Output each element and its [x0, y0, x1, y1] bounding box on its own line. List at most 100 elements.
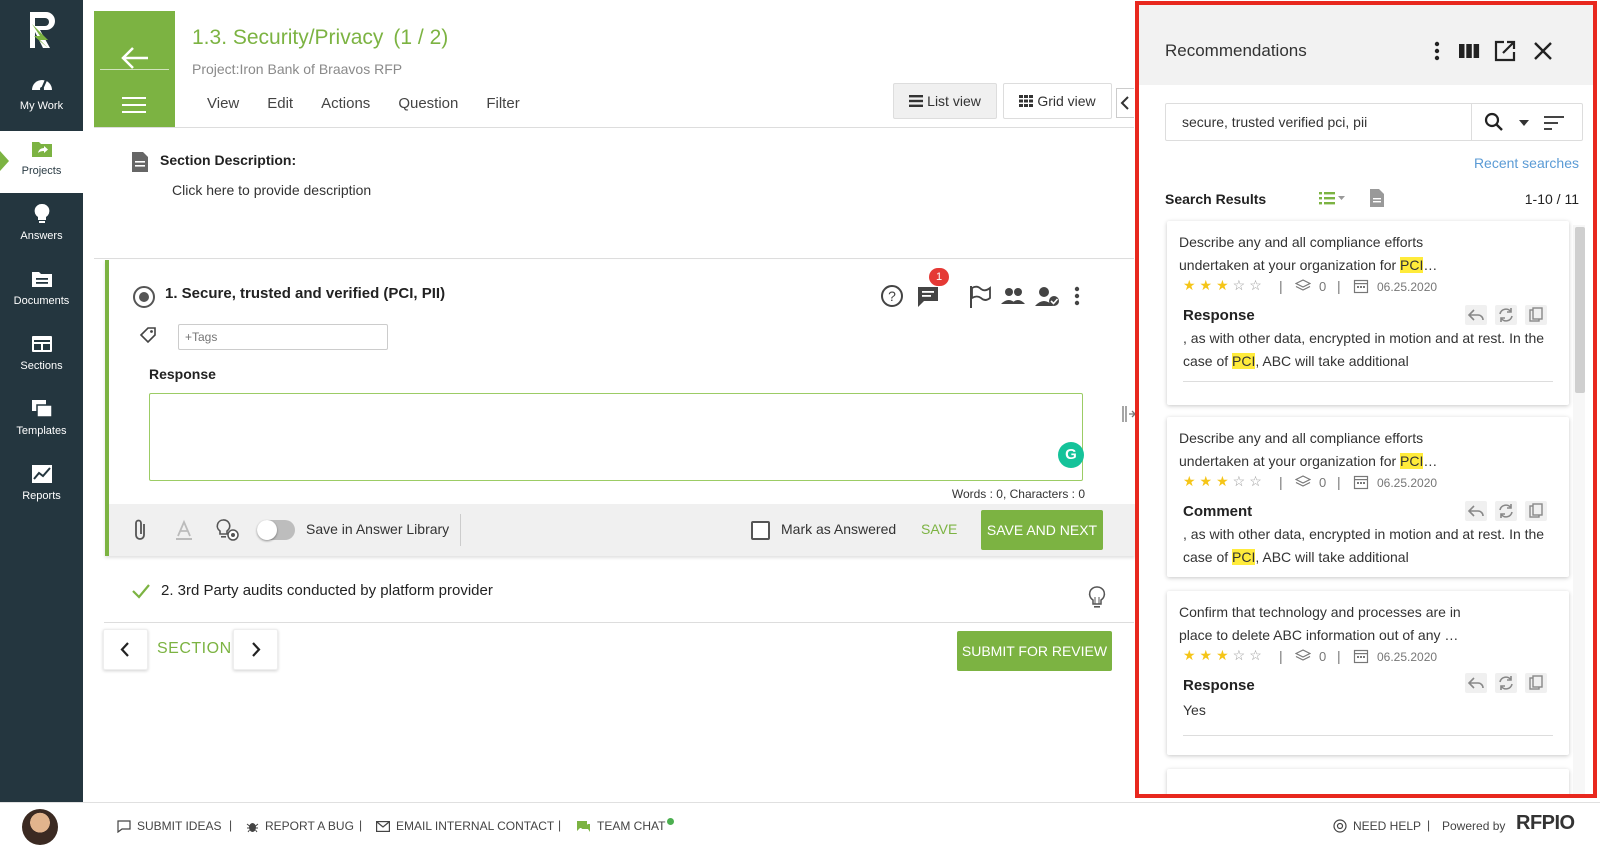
report-bug-link[interactable]: REPORT A BUG	[246, 819, 354, 833]
card-question: Describe any and all compliance efforts …	[1179, 427, 1469, 473]
copy-icon[interactable]	[1525, 673, 1547, 693]
nav-answers[interactable]: Answers	[0, 196, 83, 258]
versions-icon	[1295, 475, 1311, 487]
comment-count-badge: 1	[929, 268, 949, 286]
recommendation-card[interactable]: Confirm that technology and processes ar…	[1167, 591, 1569, 755]
documents-icon	[31, 272, 52, 287]
copy-icon[interactable]	[1525, 501, 1547, 521]
grid-view-label: Grid view	[1037, 93, 1096, 109]
recommendation-card[interactable]	[1167, 769, 1569, 794]
menu-filter[interactable]: Filter	[486, 95, 519, 112]
help-circle-icon	[1333, 819, 1347, 833]
reply-icon[interactable]	[1465, 305, 1487, 325]
card-question-text: Describe any and all compliance efforts …	[1179, 430, 1424, 469]
versions-icon	[1295, 279, 1311, 291]
hamburger-menu-icon[interactable]	[122, 95, 146, 115]
chevron-left-icon	[120, 642, 129, 657]
nav-templates[interactable]: Templates	[0, 391, 83, 453]
text-format-icon[interactable]	[173, 518, 195, 542]
scrollbar-thumb[interactable]	[1575, 227, 1585, 393]
flag-icon[interactable]	[967, 282, 993, 310]
nav-my-work[interactable]: My Work	[0, 66, 83, 128]
refresh-icon[interactable]	[1495, 501, 1517, 521]
submit-ideas-link[interactable]: SUBMIT IDEAS	[117, 819, 221, 833]
grammarly-icon[interactable]: G	[1058, 442, 1084, 468]
recommendation-card[interactable]: Describe any and all compliance efforts …	[1167, 221, 1569, 405]
recommendations-panel: Recommendations secure, trusted verified…	[1135, 1, 1597, 798]
assign-user-icon[interactable]	[1033, 282, 1061, 310]
mark-answered-label: Mark as Answered	[781, 521, 897, 537]
nav-projects[interactable]: Projects	[0, 131, 83, 193]
grid-view-button[interactable]: Grid view	[1003, 83, 1112, 119]
menu-edit[interactable]: Edit	[267, 95, 293, 112]
submit-ideas-label: SUBMIT IDEAS	[137, 819, 222, 833]
lightbulb-outline-icon[interactable]	[1088, 585, 1106, 611]
search-input[interactable]: secure, trusted verified pci, pii	[1182, 114, 1367, 130]
collapse-panel-tab[interactable]	[1116, 88, 1134, 118]
menu-question[interactable]: Question	[398, 95, 458, 112]
previous-section-button[interactable]	[103, 629, 148, 670]
section-nav-label: SECTION	[157, 640, 232, 657]
nav-reports[interactable]: Reports	[0, 456, 83, 518]
checkmark-icon	[132, 584, 150, 599]
document-icon[interactable]	[1369, 188, 1385, 208]
open-external-icon[interactable]	[1493, 39, 1517, 63]
recent-searches-link[interactable]: Recent searches	[1474, 155, 1579, 171]
mark-answered-checkbox[interactable]	[751, 521, 770, 540]
question-count: (1 / 2)	[393, 26, 449, 49]
menu-view[interactable]: View	[207, 95, 239, 112]
caret-down-icon[interactable]	[1518, 118, 1530, 128]
more-vertical-icon[interactable]	[1429, 39, 1445, 63]
close-icon[interactable]	[1531, 39, 1555, 63]
save-and-next-button[interactable]: SAVE AND NEXT	[981, 510, 1103, 550]
team-chat-link[interactable]: TEAM CHAT	[576, 817, 675, 833]
refresh-icon[interactable]	[1495, 673, 1517, 693]
question-2-title[interactable]: 2. 3rd Party audits conducted by platfor…	[161, 582, 493, 599]
attachment-icon[interactable]	[129, 518, 151, 542]
report-bug-label: REPORT A BUG	[265, 819, 354, 833]
help-icon[interactable]: ?	[879, 282, 905, 310]
next-section-button[interactable]	[233, 629, 278, 670]
card-meta: ★★★☆☆ | 0 | 06.25.2020	[1183, 473, 1563, 493]
copy-icon[interactable]	[1525, 305, 1547, 325]
email-contact-link[interactable]: EMAIL INTERNAL CONTACT	[376, 819, 554, 833]
calendar-icon	[1353, 279, 1369, 294]
save-library-toggle[interactable]	[257, 520, 295, 540]
reply-icon[interactable]	[1465, 673, 1487, 693]
rfpio-logo-icon[interactable]	[26, 10, 58, 50]
search-icon[interactable]	[1484, 112, 1504, 132]
back-menu-block	[94, 11, 175, 127]
recommendation-card[interactable]: Describe any and all compliance efforts …	[1167, 417, 1569, 577]
list-dropdown-icon[interactable]	[1317, 188, 1347, 208]
meta-separator: |	[1337, 474, 1341, 490]
resize-handle-icon[interactable]	[1120, 404, 1136, 424]
tag-icon	[139, 327, 156, 344]
question-title[interactable]: 1. Secure, trusted and verified (PCI, PI…	[165, 285, 445, 302]
menu-actions[interactable]: Actions	[321, 95, 370, 112]
question-status-radio[interactable]	[133, 286, 155, 308]
submit-for-review-button[interactable]: SUBMIT FOR REVIEW	[957, 631, 1112, 671]
search-box[interactable]: secure, trusted verified pci, pii	[1165, 103, 1583, 141]
word-count: Words : 0, Characters : 0	[951, 487, 1085, 501]
back-arrow-icon[interactable]	[120, 45, 150, 71]
answer-suggest-icon[interactable]	[213, 518, 241, 542]
list-view-button[interactable]: List view	[893, 83, 997, 119]
card-actions	[1465, 305, 1547, 325]
sort-icon[interactable]	[1542, 113, 1566, 133]
section-description-text[interactable]: Click here to provide description	[172, 182, 371, 198]
refresh-icon[interactable]	[1495, 305, 1517, 325]
card-divider	[1183, 381, 1553, 382]
rfpio-brand[interactable]: RFPIO	[1516, 812, 1575, 835]
save-button[interactable]: SAVE	[921, 521, 957, 537]
comment-icon[interactable]	[915, 282, 941, 310]
response-editor[interactable]: G	[149, 393, 1084, 481]
tags-input[interactable]	[178, 324, 388, 350]
users-icon[interactable]	[999, 282, 1027, 310]
nav-sections[interactable]: Sections	[0, 326, 83, 388]
reply-icon[interactable]	[1465, 501, 1487, 521]
avatar[interactable]	[22, 809, 58, 845]
more-vertical-icon[interactable]	[1069, 282, 1085, 310]
nav-documents[interactable]: Documents	[0, 261, 83, 323]
columns-icon[interactable]	[1457, 39, 1481, 63]
need-help-link[interactable]: NEED HELP	[1333, 819, 1421, 833]
